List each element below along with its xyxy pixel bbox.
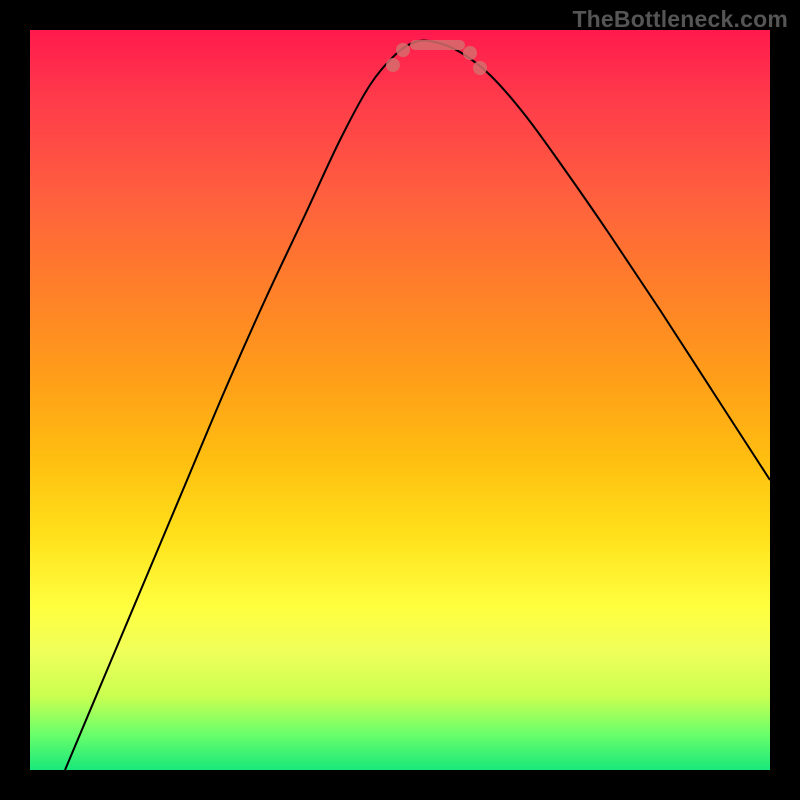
coral-marker bbox=[473, 61, 487, 75]
curve-svg bbox=[30, 30, 770, 770]
coral-marker bbox=[396, 43, 410, 57]
coral-smear bbox=[410, 40, 465, 50]
coral-markers bbox=[386, 40, 487, 75]
coral-marker bbox=[463, 46, 477, 60]
watermark-text: TheBottleneck.com bbox=[572, 6, 788, 33]
chart-frame: TheBottleneck.com bbox=[0, 0, 800, 800]
plot-area bbox=[30, 30, 770, 770]
bottleneck-curve bbox=[65, 41, 770, 770]
coral-marker bbox=[386, 58, 400, 72]
